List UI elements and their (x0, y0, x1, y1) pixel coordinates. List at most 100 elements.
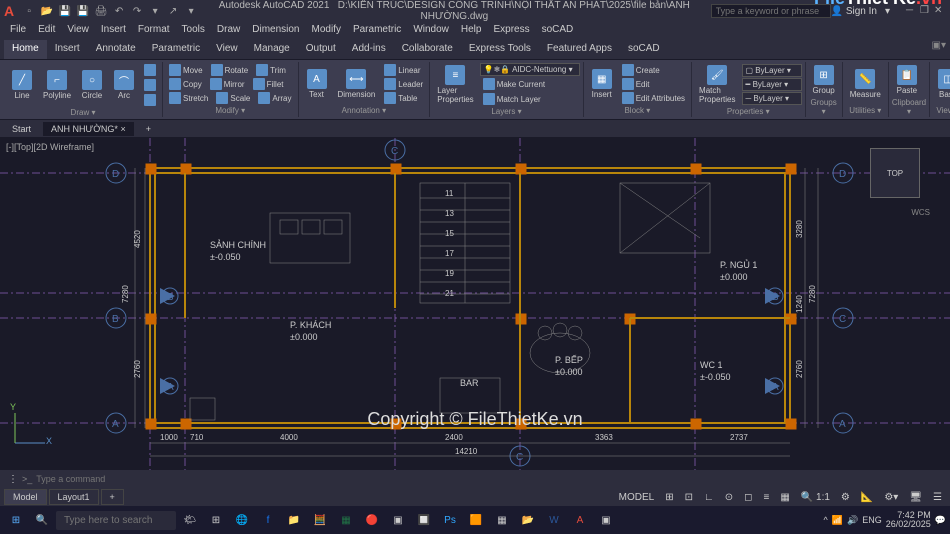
line-button[interactable]: ╱Line (7, 68, 37, 102)
status-grid-icon[interactable]: ⊞ (661, 490, 677, 505)
tab-manage[interactable]: Manage (246, 40, 298, 59)
app6-icon[interactable]: ▣ (594, 508, 618, 532)
qat-open-icon[interactable]: 📂 (40, 4, 54, 18)
notification-icon[interactable]: 💬 (935, 515, 946, 526)
wcs-label[interactable]: WCS (911, 208, 930, 217)
folder2-icon[interactable]: 📂 (516, 508, 540, 532)
text-button[interactable]: AText (302, 67, 332, 101)
status-snap-icon[interactable]: ⊡ (681, 490, 697, 505)
copy-button[interactable]: Copy (166, 77, 205, 91)
menu-insert[interactable]: Insert (95, 22, 132, 40)
status-ortho-icon[interactable]: ∟ (700, 490, 718, 505)
layer-properties-button[interactable]: ≡Layer Properties (433, 63, 477, 106)
filetab-active[interactable]: ANH NHƯỜNG* × (43, 122, 134, 136)
qat-dropdown-icon[interactable]: ▾ (148, 4, 162, 18)
app2-icon[interactable]: ▣ (386, 508, 410, 532)
dimension-button[interactable]: ⟷Dimension (334, 67, 380, 101)
autocad-taskbar-icon[interactable]: A (568, 508, 592, 532)
tab-socad[interactable]: soCAD (620, 40, 668, 59)
tab-output[interactable]: Output (298, 40, 344, 59)
draw-more3-icon[interactable] (141, 93, 159, 107)
explorer-icon[interactable]: 📁 (282, 508, 306, 532)
drawing-canvas[interactable]: [-][Top][2D Wireframe] D B A D C A C C B… (0, 138, 950, 470)
status-osnap-icon[interactable]: ◻ (740, 490, 756, 505)
circle-button[interactable]: ○Circle (77, 68, 107, 102)
taskbar-search-input[interactable] (56, 511, 176, 530)
status-model[interactable]: MODEL (615, 490, 659, 505)
status-transparency-icon[interactable]: ▦ (776, 490, 793, 505)
measure-button[interactable]: 📏Measure (846, 67, 885, 101)
tab-add-layout[interactable]: + (101, 489, 124, 505)
tray-sound-icon[interactable]: 🔊 (847, 515, 858, 526)
group-button[interactable]: ⊞Group (809, 63, 839, 97)
chrome-icon[interactable]: 🔴 (360, 508, 384, 532)
mirror-button[interactable]: Mirror (207, 77, 248, 91)
excel-icon[interactable]: ▦ (334, 508, 358, 532)
table-button[interactable]: Table (381, 91, 426, 105)
arc-button[interactable]: ⌒Arc (109, 68, 139, 102)
tab-layout1[interactable]: Layout1 (49, 489, 99, 505)
qat-share-icon[interactable]: ↗ (166, 4, 180, 18)
qat-saveas-icon[interactable]: 💾 (76, 4, 90, 18)
tab-model[interactable]: Model (4, 489, 47, 505)
draw-more1-icon[interactable] (141, 63, 159, 77)
menu-help[interactable]: Help (455, 22, 488, 40)
taskbar-date[interactable]: 26/02/2025 (886, 520, 931, 529)
menu-format[interactable]: Format (132, 22, 176, 40)
trim-button[interactable]: Trim (253, 63, 289, 77)
paste-button[interactable]: 📋Paste (892, 63, 922, 97)
photoshop-icon[interactable]: Ps (438, 508, 462, 532)
status-polar-icon[interactable]: ⊙ (721, 490, 737, 505)
tab-insert[interactable]: Insert (47, 40, 88, 59)
app4-icon[interactable]: 🟧 (464, 508, 488, 532)
search-icon[interactable]: 🔍 (30, 508, 54, 532)
match-layer-button[interactable]: Match Layer (480, 92, 544, 106)
tab-addins[interactable]: Add-ins (344, 40, 394, 59)
status-monitor-icon[interactable]: 🖥 (905, 490, 926, 505)
calc-icon[interactable]: 🧮 (308, 508, 332, 532)
tray-chevron-icon[interactable]: ^ (824, 515, 828, 525)
tray-lang[interactable]: ENG (862, 515, 882, 525)
tab-annotate[interactable]: Annotate (88, 40, 144, 59)
rotate-button[interactable]: Rotate (208, 63, 252, 77)
menu-window[interactable]: Window (407, 22, 455, 40)
menu-parametric[interactable]: Parametric (347, 22, 407, 40)
status-gear-icon[interactable]: ⚙ (837, 490, 854, 505)
match-properties-button[interactable]: 🖌Match Properties (695, 63, 739, 106)
menu-draw[interactable]: Draw (211, 22, 246, 40)
leader-button[interactable]: Leader (381, 77, 426, 91)
edit-block-button[interactable]: Edit (619, 77, 688, 91)
start-button[interactable]: ⊞ (4, 508, 28, 532)
fillet-button[interactable]: Fillet (250, 77, 287, 91)
task-view-icon[interactable]: ⊞ (204, 508, 228, 532)
polyline-button[interactable]: ⌐Polyline (39, 68, 75, 102)
menu-view[interactable]: View (61, 22, 95, 40)
make-current-button[interactable]: Make Current (480, 77, 548, 91)
weather-widget[interactable]: 🌤 (178, 508, 202, 532)
qat-plot-icon[interactable]: 🖨 (94, 4, 108, 18)
create-block-button[interactable]: Create (619, 63, 688, 77)
status-annotation-icon[interactable]: 📐 (857, 490, 877, 505)
word-icon[interactable]: W (542, 508, 566, 532)
viewcube[interactable]: TOP (870, 148, 920, 198)
menu-tools[interactable]: Tools (176, 22, 211, 40)
array-button[interactable]: Array (255, 91, 294, 105)
filetab-start[interactable]: Start (4, 122, 39, 136)
draw-more2-icon[interactable] (141, 78, 159, 92)
qat-undo-icon[interactable]: ↶ (112, 4, 126, 18)
linear-button[interactable]: Linear (381, 63, 426, 77)
tab-featured[interactable]: Featured Apps (539, 40, 620, 59)
menu-edit[interactable]: Edit (32, 22, 61, 40)
tray-wifi-icon[interactable]: 📶 (832, 515, 843, 526)
app5-icon[interactable]: ▦ (490, 508, 514, 532)
tab-parametric[interactable]: Parametric (144, 40, 208, 59)
menu-socad[interactable]: soCAD (536, 22, 580, 40)
status-lwt-icon[interactable]: ≡ (759, 490, 773, 505)
layer-dropdown[interactable]: 💡❄🔒 AIDC-Nettuong ▾ (480, 63, 580, 76)
cmd-history-icon[interactable]: ⋮ (8, 474, 18, 485)
menu-express[interactable]: Express (487, 22, 535, 40)
tab-express[interactable]: Express Tools (461, 40, 539, 59)
status-scale-icon[interactable]: 🔍 1:1 (797, 490, 834, 505)
app3-icon[interactable]: 🔲 (412, 508, 436, 532)
qat-save-icon[interactable]: 💾 (58, 4, 72, 18)
